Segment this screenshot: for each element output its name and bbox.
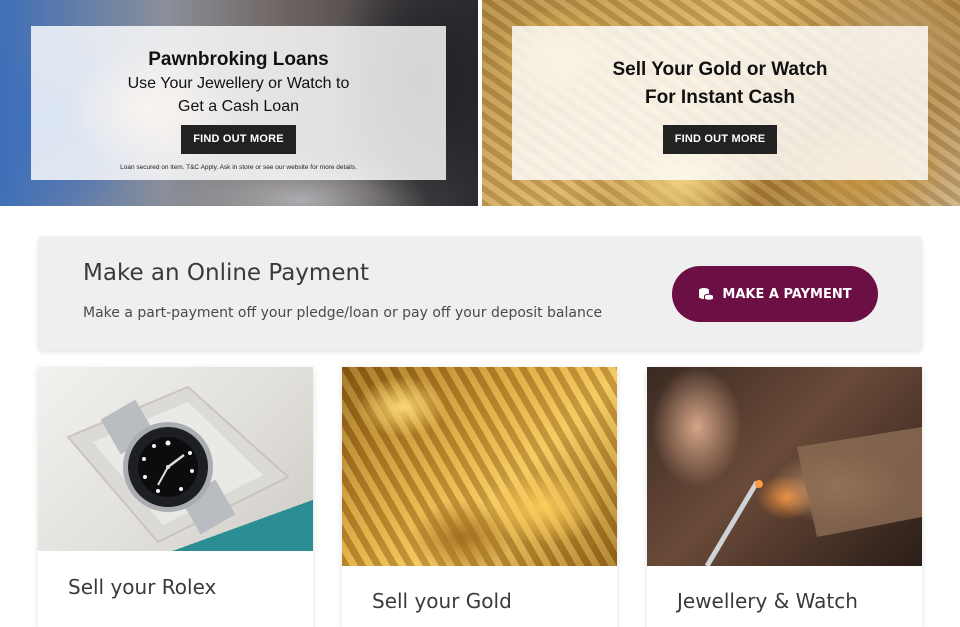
sell-gold-title: Sell your Gold (372, 589, 512, 613)
gold-chains-image (342, 367, 617, 566)
hero-banners: Pawnbroking Loans Use Your Jewellery or … (0, 0, 960, 206)
pawnbroking-banner-overlay: Pawnbroking Loans Use Your Jewellery or … (31, 26, 446, 180)
rolex-watch-image (38, 367, 313, 551)
sell-rolex-card[interactable]: Sell your Rolex (38, 367, 313, 627)
jewellery-watch-title: Jewellery & Watch (677, 589, 858, 613)
pawnbroking-banner[interactable]: Pawnbroking Loans Use Your Jewellery or … (0, 0, 478, 206)
sell-gold-find-out-more-button[interactable]: FIND OUT MORE (662, 125, 778, 154)
pawnbroking-find-out-more-button[interactable]: FIND OUT MORE (181, 125, 296, 154)
payment-description: Make a part-payment off your pledge/loan… (83, 305, 603, 321)
sell-gold-heading-line2: For Instant Cash (645, 87, 795, 108)
jeweller-at-work-image (647, 367, 922, 568)
pawnbroking-heading: Pawnbroking Loans (148, 49, 329, 70)
sell-gold-banner[interactable]: Sell Your Gold or Watch For Instant Cash… (482, 0, 960, 206)
sell-rolex-title: Sell your Rolex (68, 575, 217, 599)
sell-gold-card[interactable]: Sell your Gold (342, 367, 617, 627)
make-a-payment-button[interactable]: MAKE A PAYMENT (672, 266, 878, 322)
online-payment-panel: Make an Online Payment Make a part-payme… (38, 236, 922, 350)
pawnbroking-subheading-line2: Get a Cash Loan (178, 98, 299, 115)
sell-gold-heading-line1: Sell Your Gold or Watch (612, 59, 828, 80)
pawnbroking-fine-print: Loan secured on item. T&C Apply. Ask in … (120, 164, 357, 171)
sell-gold-banner-overlay: Sell Your Gold or Watch For Instant Cash… (512, 26, 928, 180)
coins-icon (698, 287, 715, 301)
payment-title: Make an Online Payment (83, 260, 370, 286)
jewellery-watch-card[interactable]: Jewellery & Watch (647, 367, 922, 627)
make-a-payment-label: MAKE A PAYMENT (722, 286, 852, 302)
pawnbroking-subheading-line1: Use Your Jewellery or Watch to (127, 75, 350, 92)
